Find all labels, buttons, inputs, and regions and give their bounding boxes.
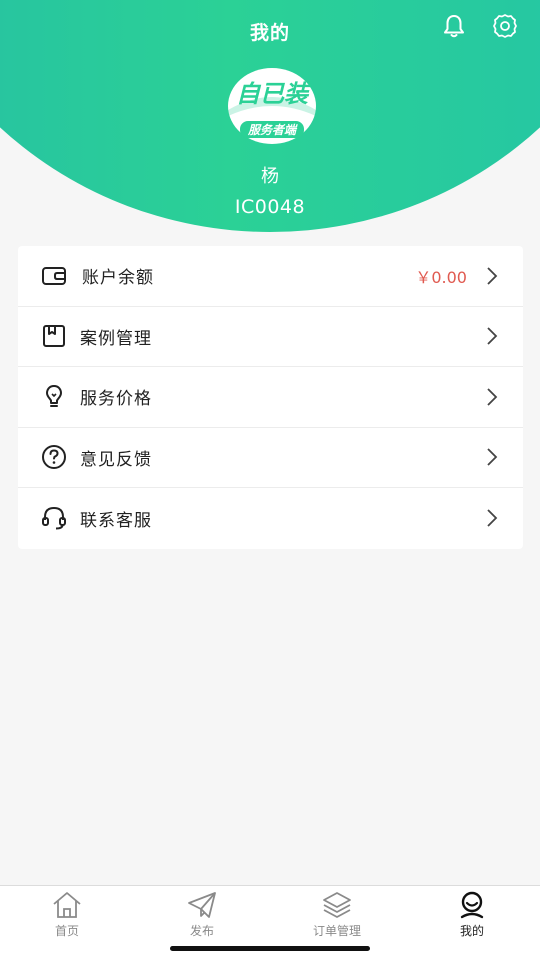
chevron-right-icon	[487, 448, 498, 466]
home-indicator	[170, 946, 370, 951]
question-icon	[42, 445, 66, 470]
case-folder-icon	[43, 325, 65, 348]
tab-order-management[interactable]: 订单管理	[287, 890, 387, 942]
tab-mine[interactable]: 我的	[422, 890, 522, 942]
tab-publish[interactable]: 发布	[152, 890, 252, 942]
tab-label: 订单管理	[312, 924, 361, 938]
menu-item-label: 案例管理	[80, 328, 152, 349]
chevron-right-icon	[487, 327, 498, 345]
app-logo-avatar: 自已装 服务者端	[228, 68, 316, 144]
menu-item-customer-service[interactable]: 联系客服	[18, 488, 523, 549]
send-icon	[188, 892, 216, 918]
menu-item-label: 账户余额	[82, 268, 154, 289]
layers-icon	[323, 892, 351, 918]
home-icon	[53, 892, 81, 918]
chevron-right-icon	[487, 388, 498, 406]
bell-icon[interactable]	[440, 12, 468, 40]
headset-icon	[42, 507, 66, 530]
menu-item-label: 联系客服	[80, 510, 152, 531]
lightbulb-icon	[46, 384, 62, 407]
chevron-right-icon	[487, 509, 498, 527]
tab-label: 我的	[459, 924, 484, 938]
user-id: IC0048	[234, 196, 306, 218]
logo-subtext: 服务者端	[247, 123, 298, 137]
tab-home[interactable]: 首页	[17, 890, 117, 942]
user-name: 杨	[261, 166, 279, 187]
menu-item-case-management[interactable]: 案例管理	[18, 307, 523, 367]
tab-label: 首页	[54, 924, 79, 938]
profile-icon	[460, 891, 484, 919]
tab-label: 发布	[189, 924, 214, 938]
gear-icon[interactable]	[491, 12, 519, 40]
logo-text: 自已装	[236, 80, 312, 108]
menu-item-label: 服务价格	[80, 389, 152, 410]
profile-menu: 账户余额 ￥0.00 案例管理 服务价格 意见反馈 联系客服	[18, 246, 523, 549]
chevron-right-icon	[487, 267, 498, 285]
profile-header: 我的 自已装 服务者端 杨 IC0048	[0, 0, 540, 240]
wallet-icon	[42, 266, 66, 285]
menu-item-feedback[interactable]: 意见反馈	[18, 428, 523, 488]
menu-item-account-balance[interactable]: 账户余额 ￥0.00	[18, 246, 523, 307]
menu-item-label: 意见反馈	[80, 449, 152, 470]
menu-item-service-price[interactable]: 服务价格	[18, 367, 523, 428]
balance-amount: ￥0.00	[415, 267, 467, 287]
